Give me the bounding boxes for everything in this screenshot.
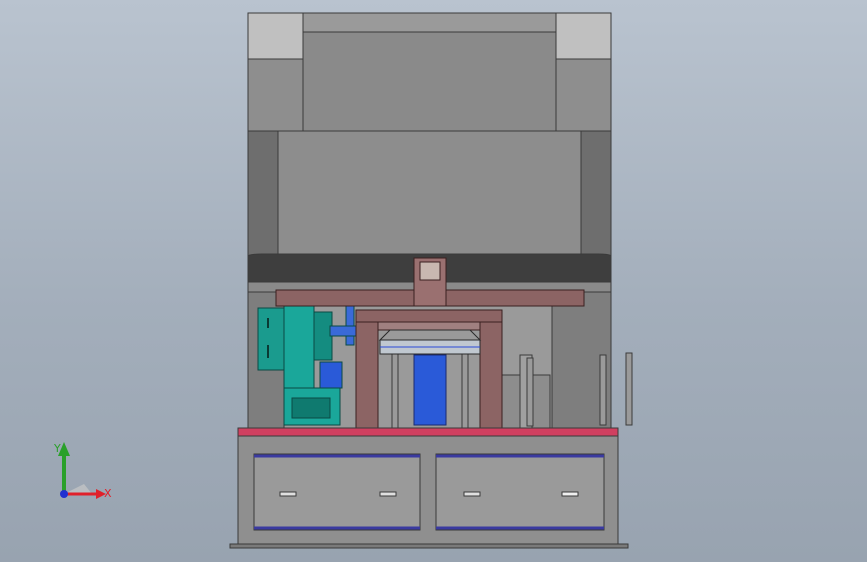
crown-top-band <box>302 12 557 33</box>
column-right <box>580 130 612 257</box>
gantry-upper-beam <box>355 309 503 323</box>
blue-workpiece <box>413 354 447 426</box>
cad-viewport[interactable] <box>0 0 867 562</box>
crown-center-block <box>302 31 557 132</box>
crown-corner-right <box>555 12 612 60</box>
crown-corner-left <box>247 12 304 60</box>
feeder-panel <box>257 307 285 371</box>
drawer-right <box>435 453 605 531</box>
drawer-handle-4 <box>561 491 579 497</box>
feeder-body <box>283 305 315 389</box>
z-axis-dot <box>60 490 68 498</box>
cabinet-foot <box>229 543 629 549</box>
feeder-motor <box>319 361 343 389</box>
triad-drawing: Y X <box>53 442 112 500</box>
slide-center <box>277 130 582 257</box>
base-cabinet <box>229 427 629 549</box>
press-crown <box>247 12 612 132</box>
drawer-handle-3 <box>463 491 481 497</box>
drawer-handle-2 <box>379 491 397 497</box>
axis-triad[interactable]: Y X <box>44 436 124 516</box>
x-axis-label: X <box>104 487 112 500</box>
tooling-plate <box>378 329 482 355</box>
model-drawing[interactable] <box>0 0 867 562</box>
drawer-handle-1 <box>279 491 297 497</box>
column-left <box>247 130 279 257</box>
y-axis-label: Y <box>53 442 61 455</box>
